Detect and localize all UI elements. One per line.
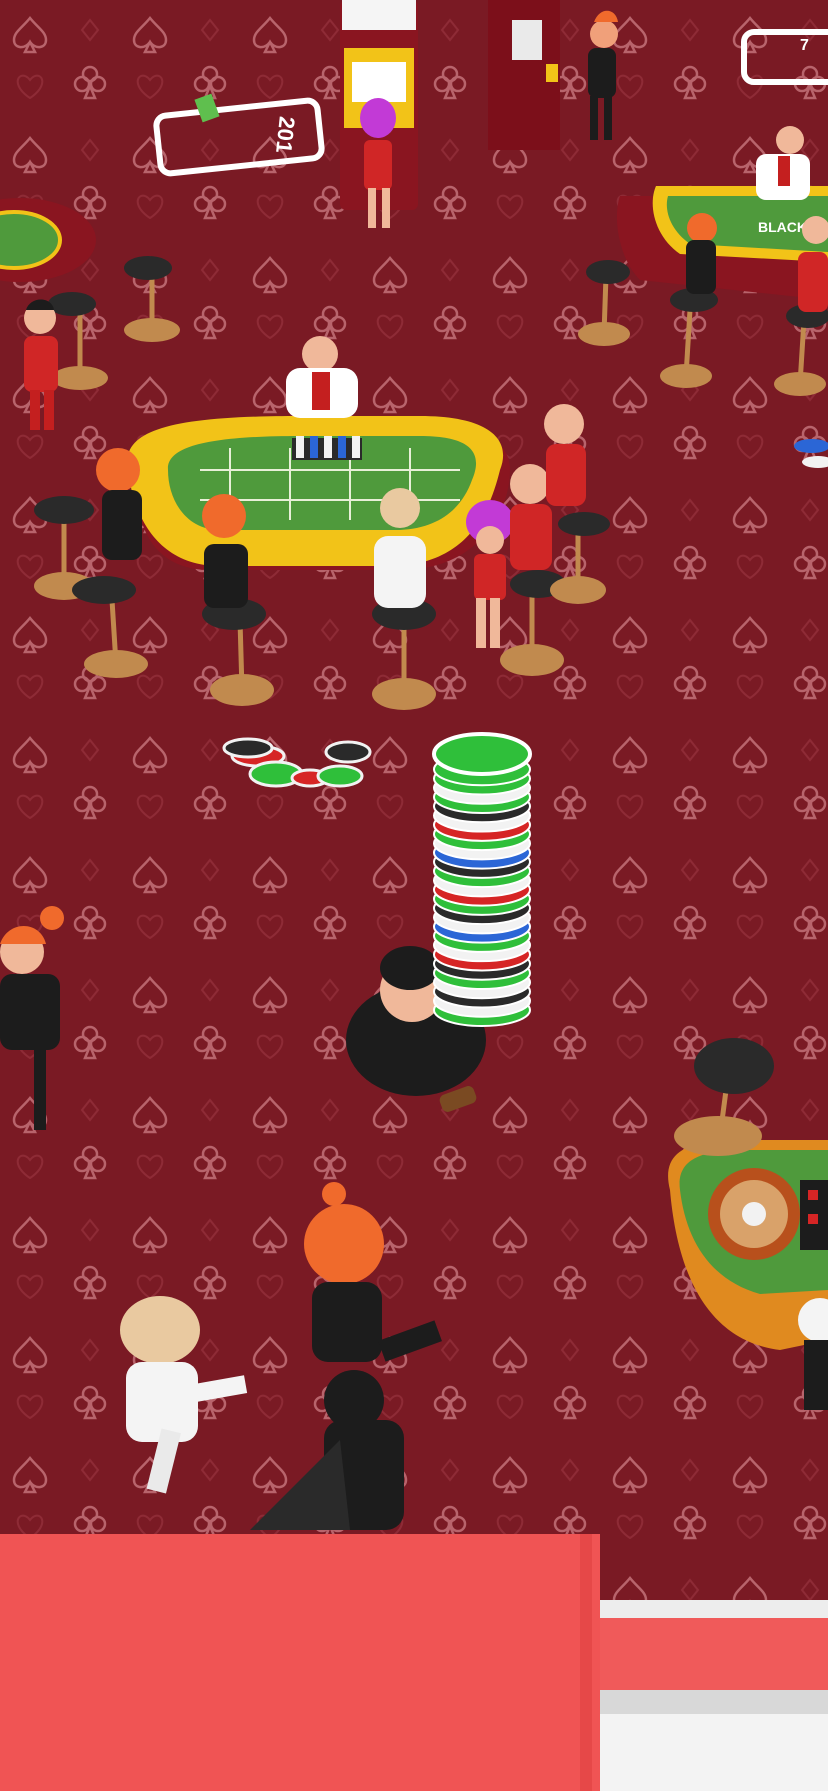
- game-viewport[interactable]: 201 7 BLACK: [0, 0, 828, 1791]
- waitress[interactable]: [686, 213, 717, 294]
- counter-edge: [580, 1534, 592, 1791]
- waitress[interactable]: [96, 448, 142, 560]
- spot-label: 201: [271, 115, 300, 154]
- cashier-counter[interactable]: [588, 1600, 828, 1791]
- casino-guest[interactable]: [798, 216, 828, 312]
- craps-table[interactable]: [127, 416, 510, 570]
- slot-machine[interactable]: [488, 0, 560, 150]
- casino-guest[interactable]: [510, 464, 552, 570]
- game-scene[interactable]: 201 7 BLACK: [0, 0, 828, 1791]
- chip-stack[interactable]: [432, 732, 532, 1027]
- waitress[interactable]: [202, 494, 248, 608]
- casino-guest[interactable]: [544, 404, 586, 506]
- spot-label: 7: [800, 37, 809, 54]
- casino-guest[interactable]: [374, 488, 426, 608]
- chip-rack: [292, 436, 362, 460]
- top-chip: [432, 732, 532, 776]
- counter-wall: [0, 1534, 600, 1791]
